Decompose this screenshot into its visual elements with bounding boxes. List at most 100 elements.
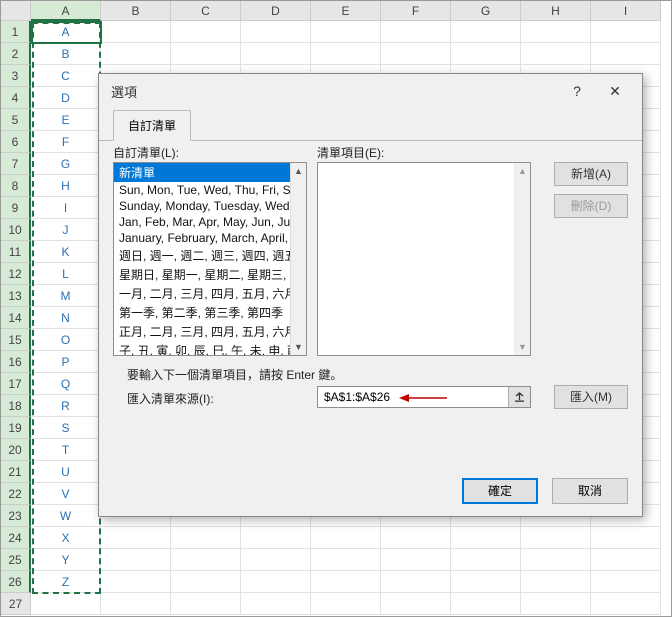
cell[interactable] [311,21,381,43]
cell[interactable]: F [31,131,101,153]
row-header[interactable]: 15 [1,329,31,351]
cell[interactable] [591,549,661,571]
row-header[interactable]: 20 [1,439,31,461]
cell[interactable]: D [31,87,101,109]
ok-button[interactable]: 確定 [462,478,538,504]
cell[interactable] [591,21,661,43]
cell[interactable] [521,593,591,615]
cell[interactable]: U [31,461,101,483]
cell[interactable] [241,571,311,593]
custom-list-item[interactable]: 子, 丑, 寅, 卯, 辰, 巳, 午, 未, 申, 酉, [114,341,306,356]
cell[interactable] [101,593,171,615]
cell[interactable] [241,43,311,65]
cell[interactable] [591,593,661,615]
delete-button[interactable]: 刪除(D) [554,194,628,218]
custom-list-item[interactable]: Jan, Feb, Mar, Apr, May, Jun, Jul, [114,214,306,230]
cell[interactable]: Q [31,373,101,395]
row-header[interactable]: 14 [1,307,31,329]
column-header[interactable]: H [521,1,591,21]
cell[interactable]: A [31,21,101,43]
cell[interactable]: C [31,65,101,87]
scroll-up-icon[interactable]: ▲ [291,163,306,179]
cell[interactable] [311,527,381,549]
cell[interactable] [381,43,451,65]
scrollbar[interactable]: ▲ ▼ [290,163,306,355]
cell[interactable] [241,549,311,571]
cell[interactable]: W [31,505,101,527]
cell[interactable]: N [31,307,101,329]
range-picker-button[interactable] [508,387,530,407]
cell[interactable] [101,527,171,549]
cell[interactable]: H [31,175,101,197]
row-header[interactable]: 12 [1,263,31,285]
row-header[interactable]: 5 [1,109,31,131]
cell[interactable] [521,527,591,549]
cell[interactable] [171,43,241,65]
custom-list-item[interactable]: Sunday, Monday, Tuesday, Wednesday, [114,198,306,214]
cell[interactable] [591,527,661,549]
cell[interactable]: T [31,439,101,461]
cell[interactable]: B [31,43,101,65]
cell[interactable] [241,593,311,615]
cell[interactable] [101,549,171,571]
cell[interactable]: Y [31,549,101,571]
row-header[interactable]: 13 [1,285,31,307]
row-header[interactable]: 24 [1,527,31,549]
tab-custom-lists[interactable]: 自訂清單 [113,110,191,141]
cell[interactable] [451,21,521,43]
row-header[interactable]: 16 [1,351,31,373]
cell[interactable] [171,593,241,615]
cell[interactable]: K [31,241,101,263]
cell[interactable] [451,571,521,593]
cell[interactable] [381,549,451,571]
cell[interactable] [451,593,521,615]
custom-list-item[interactable]: 正月, 二月, 三月, 四月, 五月, 六月, [114,322,306,341]
cell[interactable] [311,549,381,571]
column-header[interactable]: C [171,1,241,21]
custom-list-item[interactable]: Sun, Mon, Tue, Wed, Thu, Fri, Sat [114,182,306,198]
row-header[interactable]: 26 [1,571,31,593]
select-all-corner[interactable] [1,1,31,21]
custom-list-item[interactable]: 第一季, 第二季, 第三季, 第四季 [114,303,306,322]
custom-list-item[interactable]: 星期日, 星期一, 星期二, 星期三, 星 [114,265,306,284]
custom-list-item[interactable]: 新清單 [114,163,306,182]
import-range-input[interactable]: $A$1:$A$26 [317,386,531,408]
row-header[interactable]: 11 [1,241,31,263]
cell[interactable]: P [31,351,101,373]
row-header[interactable]: 3 [1,65,31,87]
cell[interactable] [101,21,171,43]
cell[interactable] [101,571,171,593]
cell[interactable]: X [31,527,101,549]
scrollbar[interactable]: ▲ ▼ [514,163,530,355]
row-header[interactable]: 21 [1,461,31,483]
cell[interactable]: L [31,263,101,285]
cell[interactable]: S [31,417,101,439]
cell[interactable]: M [31,285,101,307]
cell[interactable] [591,43,661,65]
custom-list-item[interactable]: 一月, 二月, 三月, 四月, 五月, 六月, [114,284,306,303]
cell[interactable] [521,21,591,43]
cell[interactable]: E [31,109,101,131]
cell[interactable] [171,549,241,571]
row-header[interactable]: 22 [1,483,31,505]
cell[interactable] [381,593,451,615]
cell[interactable]: V [31,483,101,505]
scroll-down-icon[interactable]: ▼ [291,339,306,355]
help-button[interactable]: ? [558,77,596,105]
column-header[interactable]: E [311,1,381,21]
cell[interactable] [241,527,311,549]
cell[interactable] [311,43,381,65]
column-header[interactable]: G [451,1,521,21]
column-header[interactable]: D [241,1,311,21]
row-header[interactable]: 8 [1,175,31,197]
cell[interactable]: J [31,219,101,241]
cell[interactable] [521,549,591,571]
cell[interactable] [241,21,311,43]
column-header[interactable]: I [591,1,661,21]
cell[interactable] [311,571,381,593]
cell[interactable] [171,527,241,549]
cell[interactable] [101,43,171,65]
cell[interactable]: R [31,395,101,417]
row-header[interactable]: 9 [1,197,31,219]
cell[interactable]: Z [31,571,101,593]
